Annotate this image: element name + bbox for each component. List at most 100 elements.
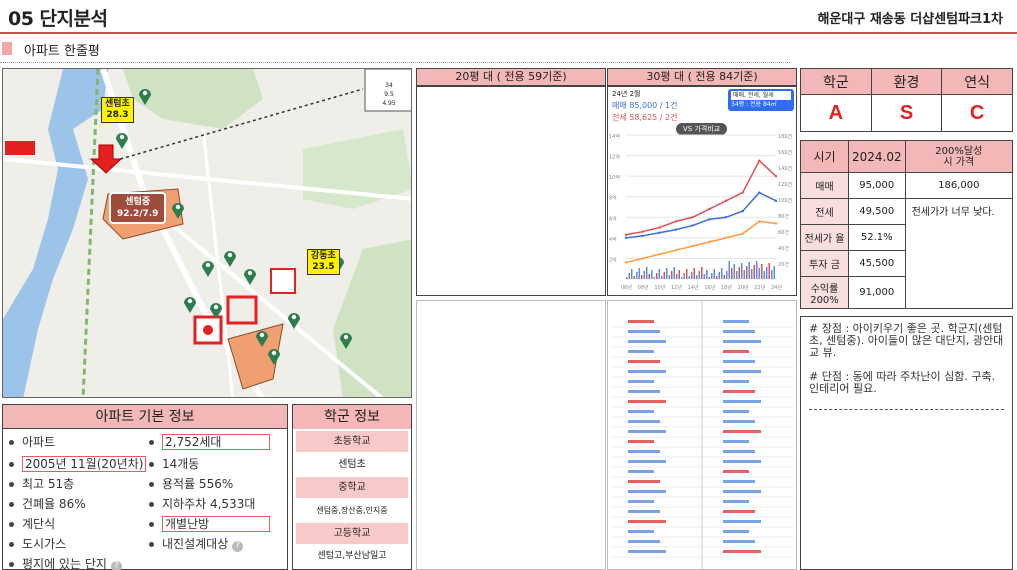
listing-cell (723, 350, 749, 353)
listing-cell (628, 530, 654, 533)
series-point (708, 218, 711, 221)
volume-bar (723, 275, 725, 279)
help-icon[interactable]: ? (110, 561, 122, 570)
x-tick-label: 22년 (754, 284, 765, 291)
series-point (624, 233, 628, 236)
pyeong-30-header: 30평 대 ( 전용 84기준) (607, 68, 797, 86)
map-pin-icon[interactable] (171, 201, 185, 219)
series-point (641, 230, 644, 233)
notes-panel: # 장점 : 아이키우기 좋은 곳. 학군지(센텀초, 센텀중). 아이들이 많… (800, 316, 1013, 570)
listing-cell (628, 480, 660, 483)
series-line (625, 191, 777, 239)
map-callout-values: 34 9.5 4.95 (367, 81, 411, 108)
apartment-basic-info: 아파트 기본 정보 아파트 2,752세대 2005년 11월(20년차) 14… (2, 404, 288, 570)
note-pros: # 장점 : 아이키우기 좋은 곳. 학군지(센텀초, 센텀중). 아이들이 많… (809, 322, 1004, 359)
y-tick-label: 2억 (609, 256, 617, 263)
volume-bar (738, 267, 740, 279)
info-text: 지하주차 4,533대 (162, 497, 256, 511)
page-subtitle: 해운대구 재송동 더샵센텀파크1차 (817, 12, 1003, 27)
y2-tick-label: 40건 (778, 245, 789, 252)
map-pin-icon[interactable] (223, 249, 237, 267)
volume-bar (728, 261, 730, 279)
volume-bar (638, 268, 640, 279)
map-pin-icon[interactable] (287, 311, 301, 329)
chart-date: 24년 2월 (612, 90, 641, 98)
listing-cell (723, 390, 755, 393)
price-value-jeonse: 49,500 (848, 198, 906, 225)
school-label-centum-middle: 센텀중 92.2/7.9 (109, 192, 167, 224)
listing-cell (628, 390, 660, 393)
map-pin-icon[interactable] (183, 295, 197, 313)
volume-bar (731, 268, 733, 279)
volume-bar (733, 264, 735, 279)
info-item: 도시가스 (9, 535, 66, 552)
bullet-icon (9, 462, 14, 467)
help-icon[interactable]: ? (232, 541, 244, 552)
map-pin-icon[interactable] (243, 267, 257, 285)
bullet-icon (9, 522, 14, 527)
rating-value-age: C (941, 94, 1013, 132)
chart-filter[interactable]: 매매, 전세, 월세 34평 : 전용 84㎡ (728, 89, 794, 111)
listing-cell (628, 490, 666, 493)
info-text: 개별난방 (162, 516, 271, 532)
y2-tick-label: 160건 (778, 149, 793, 156)
map-pin-icon[interactable] (209, 301, 223, 319)
school-name-elementary: 센텀초 (338, 459, 366, 470)
volume-bar (631, 269, 633, 279)
listing-cell (628, 510, 660, 513)
chart-jeonse: 전세 58,625 / 2건 (612, 113, 678, 122)
price-value-sale: 95,000 (848, 172, 906, 199)
map-pin-icon[interactable] (255, 329, 269, 347)
school-info-title: 학군 정보 (293, 405, 411, 429)
school-name-high: 센텀고,부산남일고 (317, 551, 387, 561)
series-point (724, 199, 728, 203)
volume-bar (708, 277, 710, 279)
volume-bar (706, 270, 708, 279)
series-point (724, 236, 728, 240)
info-item: 건폐율 86% (9, 495, 86, 512)
volume-bar (773, 266, 775, 279)
map-pin-icon[interactable] (138, 87, 152, 105)
volume-bar (628, 273, 630, 279)
x-tick-label: 06년 (621, 284, 632, 291)
info-item: 계단식 (9, 515, 55, 532)
school-type-elementary: 초등학교 (296, 431, 408, 452)
series-point (758, 159, 761, 162)
listing-cell (628, 420, 660, 423)
listing-cell (723, 430, 761, 433)
y2-tick-label: 120건 (778, 181, 793, 188)
map-pin-icon[interactable] (115, 131, 129, 149)
x-tick-label: 18년 (721, 284, 732, 291)
listing-cell (628, 450, 660, 453)
volume-bar (673, 267, 675, 279)
info-item: 2,752세대 (149, 433, 271, 450)
volume-bar (686, 269, 688, 279)
chart-sale: 매매 85,000 / 1건 (612, 101, 678, 110)
volume-bar (693, 268, 695, 279)
listing-cell (628, 370, 666, 373)
map-pin-icon[interactable] (339, 331, 353, 349)
notes-divider (809, 409, 1004, 410)
listing-cell (723, 450, 755, 453)
volume-bar (658, 269, 660, 279)
complex-map[interactable]: 센텀초 28.3 센텀중 92.2/7.9 강동초 23.5 34 9.5 4.… (2, 68, 412, 398)
volume-bar (726, 271, 728, 279)
listing-cell (628, 440, 654, 443)
volume-bar (756, 261, 758, 279)
price-extra-sale: 186,000 (904, 172, 1014, 199)
map-pin-icon[interactable] (201, 259, 215, 277)
bullet-icon (149, 462, 154, 467)
series-line (625, 159, 777, 236)
y-tick-label: 6억 (609, 215, 617, 222)
map-pin-icon[interactable] (267, 347, 281, 365)
listing-cell (723, 490, 761, 493)
listing-cell (723, 550, 761, 553)
bullet-icon (149, 482, 154, 487)
info-text: 도시가스 (22, 537, 67, 551)
volume-bar (746, 266, 748, 279)
volume-bar (761, 264, 763, 279)
y2-tick-label: 20건 (778, 261, 789, 268)
info-item: 용적률 556% (149, 475, 233, 492)
listing-cell (628, 540, 660, 543)
listing-cell (723, 400, 761, 403)
